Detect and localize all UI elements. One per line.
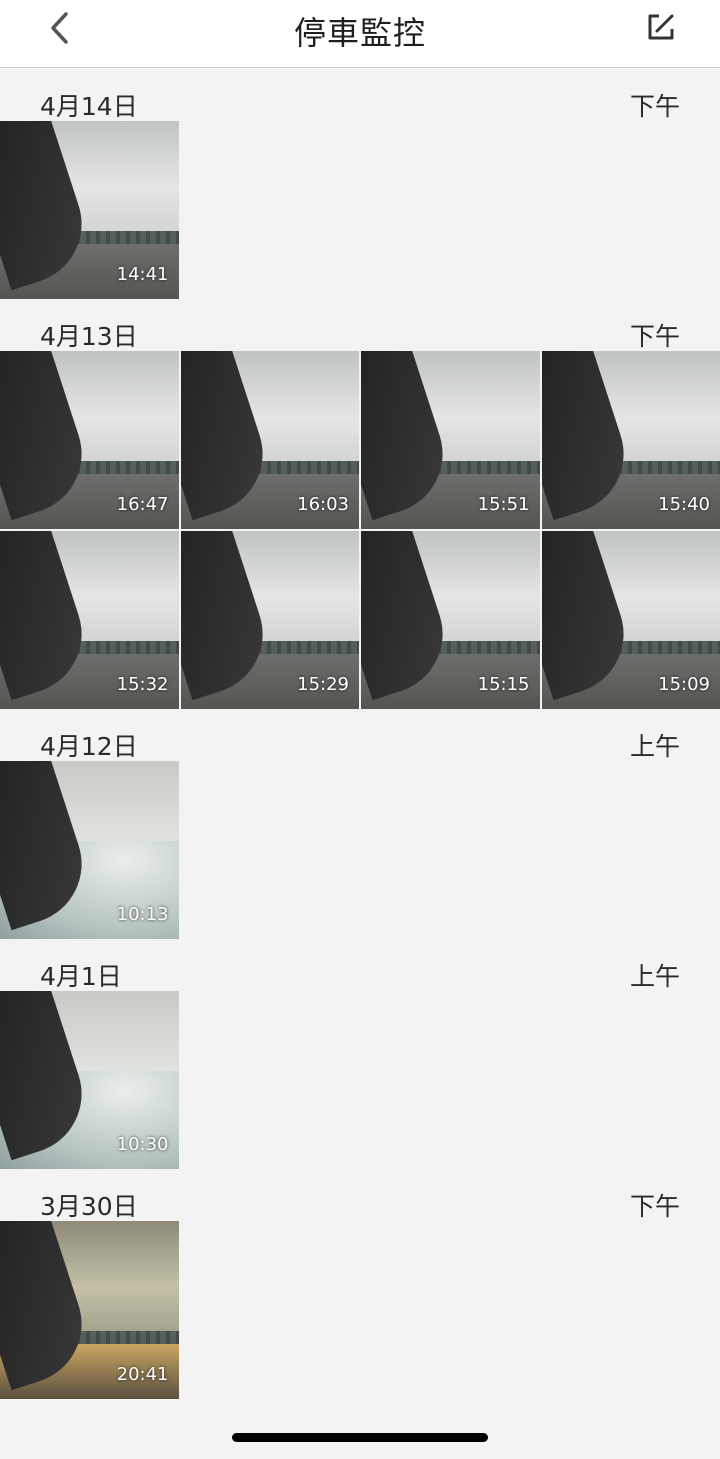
section-period: 上午 — [629, 732, 680, 761]
date-section: 4月13日 下午 16:47 16:03 15:51 15:40 15:32 15:29 15:… — [0, 299, 720, 709]
section-header: 4月12日 上午 — [0, 709, 720, 761]
thumbnail-time: 10:30 — [116, 1134, 169, 1155]
thumbnail-grid: 10:30 — [0, 991, 720, 1169]
section-date: 4月12日 — [40, 732, 138, 761]
date-section: 4月1日 上午 10:30 — [0, 939, 720, 1169]
page-title: 停車監控 — [293, 14, 426, 52]
section-header: 4月14日 下午 — [0, 69, 720, 121]
thumbnail-time: 14:41 — [116, 264, 169, 285]
home-indicator — [232, 1433, 488, 1442]
video-thumbnail[interactable]: 15:40 — [541, 351, 720, 529]
section-header: 4月13日 下午 — [0, 299, 720, 351]
video-thumbnail[interactable]: 14:41 — [0, 121, 179, 299]
recording-list: 4月14日 下午 14:41 4月13日 下午 16:47 16:03 15:51 15:40 1… — [0, 69, 720, 1399]
edit-square-icon — [648, 14, 674, 40]
video-thumbnail[interactable]: 10:30 — [0, 991, 179, 1169]
section-period: 下午 — [629, 322, 680, 351]
date-section: 4月14日 下午 14:41 — [0, 69, 720, 299]
section-header: 4月1日 上午 — [0, 939, 720, 991]
section-period: 下午 — [629, 1192, 680, 1221]
video-thumbnail[interactable]: 10:13 — [0, 761, 179, 939]
section-date: 3月30日 — [40, 1192, 138, 1221]
section-date: 4月14日 — [40, 92, 138, 121]
video-thumbnail[interactable]: 16:03 — [180, 351, 359, 529]
thumbnail-time: 10:13 — [116, 904, 169, 925]
thumbnail-time: 16:47 — [116, 494, 169, 515]
thumbnail-grid: 16:47 16:03 15:51 15:40 15:32 15:29 15:15 15:09 — [0, 351, 720, 709]
thumbnail-time: 15:29 — [297, 674, 349, 695]
thumbnail-grid: 10:13 — [0, 761, 720, 939]
section-header: 3月30日 下午 — [0, 1169, 720, 1221]
edit-button[interactable] — [636, 4, 686, 50]
top-nav-bar: 停車監控 — [0, 0, 720, 68]
thumbnail-time: 15:15 — [477, 674, 530, 695]
thumbnail-time: 16:03 — [297, 494, 349, 515]
thumbnail-time: 15:32 — [116, 674, 169, 695]
section-period: 上午 — [629, 962, 680, 991]
date-section: 4月12日 上午 10:13 — [0, 709, 720, 939]
thumbnail-time: 20:41 — [116, 1364, 169, 1385]
thumbnail-time: 15:09 — [658, 674, 710, 695]
video-thumbnail[interactable]: 15:09 — [541, 531, 720, 709]
thumbnail-grid: 14:41 — [0, 121, 720, 299]
section-date: 4月1日 — [40, 962, 122, 991]
video-thumbnail[interactable]: 15:15 — [361, 531, 540, 709]
video-thumbnail[interactable]: 20:41 — [0, 1221, 179, 1399]
date-section: 3月30日 下午 20:41 — [0, 1169, 720, 1399]
video-thumbnail[interactable]: 15:29 — [180, 531, 359, 709]
thumbnail-grid: 20:41 — [0, 1221, 720, 1399]
video-thumbnail[interactable]: 15:51 — [361, 351, 540, 529]
section-date: 4月13日 — [40, 322, 138, 351]
section-period: 下午 — [629, 92, 680, 121]
video-thumbnail[interactable]: 16:47 — [0, 351, 179, 529]
thumbnail-time: 15:51 — [477, 494, 530, 515]
video-thumbnail[interactable]: 15:32 — [0, 531, 179, 709]
thumbnail-time: 15:40 — [658, 494, 710, 515]
